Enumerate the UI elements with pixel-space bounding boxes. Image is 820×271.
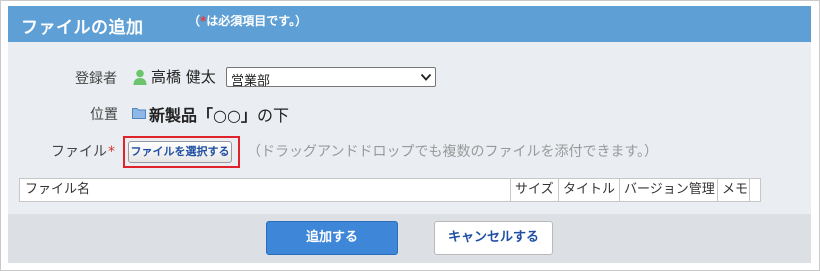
dialog-header: ファイルの追加 （*は必須項目です。） [8, 6, 811, 42]
file-table-header: ファイル名 サイズ タイトル バージョン管理 メモ [19, 178, 761, 202]
column-memo: メモ [717, 179, 749, 201]
required-mark: * [108, 144, 115, 160]
drag-drop-hint: （ドラッグアンドドロップでも複数のファイルを添付できます。） [247, 144, 659, 160]
department-select-value: 営業部 [231, 74, 271, 89]
required-note-open: （ [188, 14, 201, 28]
dialog-footer [8, 214, 811, 263]
column-size: サイズ [510, 179, 558, 201]
file-label-text: ファイル [51, 144, 107, 160]
add-button[interactable]: 追加する [266, 221, 398, 255]
location-label: 位置 [90, 107, 118, 123]
required-note: （*は必須項目です。） [188, 12, 307, 29]
chevron-down-icon [420, 73, 432, 81]
required-note-text: は必須項目です。） [206, 14, 308, 28]
location-folder[interactable]: 新製品「○○」 [149, 106, 257, 125]
registrant-label: 登録者 [75, 71, 117, 87]
department-select[interactable]: 営業部 [226, 67, 436, 89]
column-file-name: ファイル名 [25, 182, 91, 197]
location-suffix: の下 [256, 106, 289, 125]
registrant-name: 高橋 健太 [151, 68, 216, 86]
user-icon [133, 69, 147, 85]
file-label: ファイル* [51, 141, 115, 161]
dialog-title: ファイルの追加 [21, 18, 144, 38]
location-path: 新製品「○○」の下 [149, 102, 289, 126]
choose-file-button[interactable]: ファイルを選択する [128, 141, 232, 163]
cancel-button[interactable]: キャンセルする [434, 221, 553, 255]
column-filler [749, 179, 760, 201]
folder-icon [132, 108, 146, 119]
column-title: タイトル [558, 179, 619, 201]
column-version-control: バージョン管理 [619, 179, 717, 201]
